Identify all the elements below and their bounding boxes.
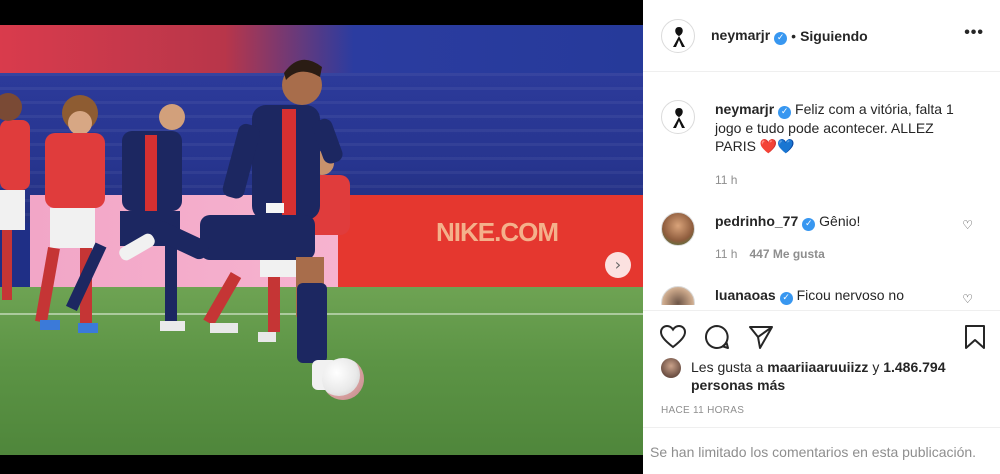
verified-icon: ✓ bbox=[802, 218, 816, 231]
comment-time[interactable]: 11 h bbox=[715, 173, 737, 187]
mourning-ribbon-icon bbox=[673, 108, 685, 128]
comment-like-heart-icon[interactable]: ♡ bbox=[962, 218, 973, 232]
verified-icon: ✓ bbox=[778, 106, 792, 119]
author-username-text[interactable]: neymarjr bbox=[711, 27, 770, 43]
post-side-panel: neymarjr ✓ • Siguiendo ••• neymarjr ✓ Feli… bbox=[643, 0, 1000, 474]
comment-body: luanaoas ✓ Ficou nervoso no bbox=[715, 286, 965, 305]
follow-status-button[interactable]: Siguiendo bbox=[800, 28, 868, 44]
author-avatar[interactable] bbox=[661, 18, 695, 53]
mourning-ribbon-icon bbox=[673, 26, 685, 47]
football bbox=[322, 358, 364, 400]
commenter-avatar[interactable] bbox=[661, 212, 695, 246]
likes-prefix: Les gusta a bbox=[691, 359, 764, 375]
author-username[interactable]: neymarjr ✓ bbox=[711, 27, 788, 45]
verified-icon: ✓ bbox=[779, 292, 793, 305]
verified-icon: ✓ bbox=[774, 31, 788, 45]
liker-avatar[interactable] bbox=[661, 358, 681, 378]
comment-likes-count[interactable]: 447 Me gusta bbox=[749, 247, 824, 261]
comments-limited-notice: Se han limitado los comentarios en esta … bbox=[643, 427, 1000, 474]
comment-username[interactable]: neymarjr bbox=[715, 101, 774, 117]
chevron-right-icon[interactable]: › bbox=[605, 252, 631, 278]
likes-text: Les gusta a maariiaaruuiizz y 1.486.794 … bbox=[691, 358, 971, 394]
caption-body: neymarjr ✓ Feliz com a vitória, falta 1 j… bbox=[715, 100, 965, 155]
header-separator: • bbox=[791, 27, 797, 44]
post-header: neymarjr ✓ • Siguiendo ••• bbox=[643, 0, 1000, 72]
comment-meta: 11 h 447 Me gusta bbox=[715, 247, 825, 261]
save-bookmark-icon[interactable] bbox=[961, 323, 989, 351]
liker-username[interactable]: maariiaaruuiizz bbox=[767, 359, 868, 375]
players-illustration bbox=[0, 59, 350, 390]
comment-username[interactable]: pedrinho_77 bbox=[715, 213, 798, 229]
author-avatar[interactable] bbox=[661, 100, 695, 134]
comments-list[interactable]: neymarjr ✓ Feliz com a vitória, falta 1 j… bbox=[643, 73, 1000, 305]
post-timestamp[interactable]: HACE 11 HORAS bbox=[661, 405, 744, 416]
comment-text: Ficou nervoso no bbox=[796, 287, 904, 303]
comment-text: Gênio! bbox=[819, 213, 861, 229]
more-options-icon[interactable]: ••• bbox=[964, 24, 984, 42]
comment-body: pedrinho_77 ✓ Gênio! bbox=[715, 212, 965, 231]
comment-meta: 11 h bbox=[715, 173, 737, 187]
comment-like-heart-icon[interactable]: ♡ bbox=[962, 292, 973, 305]
post-photo[interactable]: NIKE.COM › bbox=[0, 25, 643, 455]
comment-icon[interactable] bbox=[703, 323, 731, 351]
commenter-avatar[interactable] bbox=[661, 286, 695, 305]
player-red-left bbox=[0, 93, 30, 300]
post-actions-bar bbox=[643, 310, 1000, 358]
share-icon[interactable] bbox=[747, 323, 775, 351]
like-heart-icon[interactable] bbox=[659, 323, 687, 351]
comment-time[interactable]: 11 h bbox=[715, 247, 737, 261]
likes-connector: y bbox=[872, 359, 880, 375]
comment-username[interactable]: luanaoas bbox=[715, 287, 776, 303]
